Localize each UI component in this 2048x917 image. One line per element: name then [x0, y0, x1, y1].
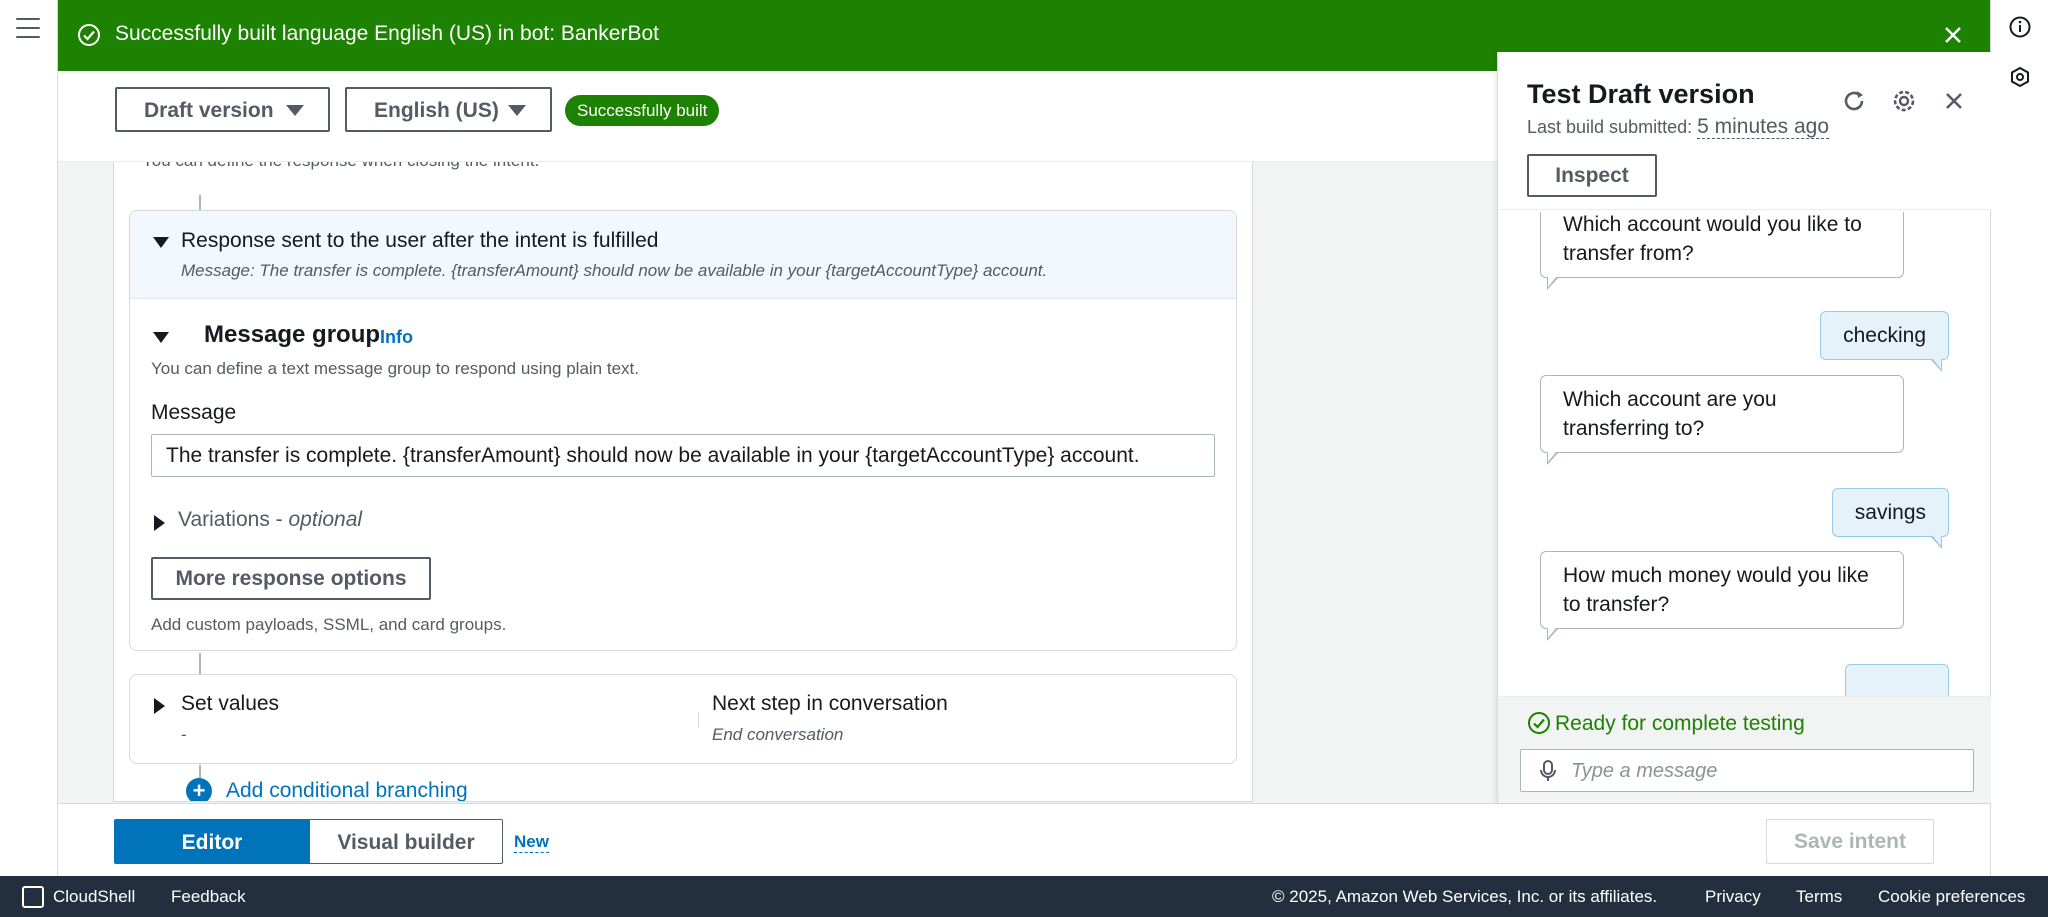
set-values-title[interactable]: Set values [181, 692, 279, 716]
message-field[interactable] [151, 434, 1215, 477]
copyright-text: © 2025, Amazon Web Services, Inc. or its… [1272, 887, 1658, 906]
next-step-title: Next step in conversation [712, 692, 948, 715]
last-build-label: Last build submitted: [1527, 117, 1698, 137]
add-branching-label: Add conditional branching [226, 779, 468, 802]
expand-caret-icon[interactable] [153, 237, 169, 248]
expand-caret-icon[interactable] [154, 515, 165, 531]
cloudshell-link[interactable]: CloudShell [53, 887, 135, 907]
user-message-text: savings [1854, 501, 1926, 524]
intent-editor-card: You can define the response when closing… [113, 162, 1253, 802]
console-footer: CloudShell Feedback © 2025, Amazon Web S… [0, 876, 2048, 917]
bot-message-text: How much money would you like to transfe… [1563, 564, 1869, 616]
response-message-preview: Message: The transfer is complete. {tran… [181, 261, 1048, 280]
bot-message: Which account are you transferring to? [1540, 375, 1904, 465]
variations-label: Variations - [178, 508, 289, 531]
divider [698, 713, 699, 727]
chat-transcript[interactable]: Which account would you like to transfer… [1498, 212, 1991, 726]
bot-message: How much money would you like to transfe… [1540, 551, 1904, 641]
bot-message: Which account would you like to transfer… [1540, 212, 1904, 290]
right-utility-rail [1990, 0, 2048, 876]
flow-connector [199, 765, 201, 778]
settings-icon[interactable] [1890, 87, 1918, 115]
info-icon[interactable] [2009, 16, 2031, 38]
plus-circle-icon: + [186, 778, 212, 801]
close-icon[interactable] [1941, 23, 1965, 47]
test-panel-header: Test Draft version Last build submitted:… [1498, 52, 1991, 210]
tab-editor[interactable]: Editor [114, 819, 310, 864]
cookie-preferences-link[interactable]: Cookie preferences [1878, 887, 2025, 907]
message-group-desc: You can define a text message group to r… [151, 359, 639, 378]
check-circle-icon [1528, 712, 1550, 734]
test-panel-title: Test Draft version [1527, 79, 1755, 109]
info-link[interactable]: Info [380, 327, 413, 348]
fulfilled-response-section: Response sent to the user after the inte… [129, 210, 1237, 651]
feedback-link[interactable]: Feedback [171, 887, 246, 907]
flow-connector [199, 195, 201, 211]
ready-status-text: Ready for complete testing [1555, 712, 1805, 735]
message-label: Message [151, 401, 237, 424]
caret-down-icon [286, 105, 304, 116]
test-bot-panel: Test Draft version Last build submitted:… [1497, 52, 1991, 803]
more-options-desc: Add custom payloads, SSML, and card grou… [151, 615, 507, 634]
test-status-bar: Ready for complete testing Type a messag… [1498, 696, 1991, 803]
flash-message: Successfully built language English (US)… [115, 22, 659, 45]
bubble-tail [1547, 627, 1559, 641]
left-nav-rail [0, 0, 58, 876]
bubble-tail [1930, 358, 1942, 372]
variations-toggle[interactable]: Variations - optional [178, 508, 362, 532]
response-title: Response sent to the user after the inte… [181, 229, 659, 252]
caret-down-icon [508, 105, 526, 116]
terms-link[interactable]: Terms [1796, 887, 1842, 907]
user-message: checking [1820, 311, 1949, 372]
message-group-title: Message group [204, 321, 381, 348]
variations-optional: optional [288, 508, 363, 531]
closing-response-desc: You can define the response when closing… [142, 162, 539, 171]
bot-message-text: Which account are you transferring to? [1563, 388, 1777, 440]
hamburger-menu-icon[interactable] [16, 18, 40, 38]
set-values-value: - [181, 725, 187, 744]
chat-message-input[interactable]: Type a message [1520, 749, 1974, 792]
flow-connector [199, 653, 201, 674]
next-step-value: End conversation [712, 725, 844, 744]
version-dropdown-label: Draft version [144, 99, 274, 122]
inspect-button[interactable]: Inspect [1527, 154, 1657, 197]
check-circle-icon [78, 24, 100, 46]
last-build-info: Last build submitted: 5 minutes ago [1527, 115, 1830, 139]
close-icon[interactable] [1940, 87, 1968, 115]
bubble-tail [1547, 276, 1559, 290]
more-response-options-button[interactable]: More response options [151, 557, 431, 600]
expand-caret-icon[interactable] [153, 332, 169, 343]
message-placeholder: Type a message [1571, 760, 1718, 782]
bot-message-text: Which account would you like to transfer… [1563, 213, 1862, 265]
refresh-icon[interactable] [1840, 87, 1868, 115]
save-intent-button[interactable]: Save intent [1766, 819, 1934, 864]
intent-header-bar: Draft version English (US) Successfully … [58, 71, 1498, 162]
privacy-link[interactable]: Privacy [1705, 887, 1761, 907]
bubble-tail [1930, 535, 1942, 549]
user-message-text: checking [1843, 324, 1926, 347]
expand-caret-icon[interactable] [154, 698, 165, 714]
bottom-action-bar: Editor Visual builder New Save intent [58, 803, 1990, 876]
build-status-badge: Successfully built [565, 95, 720, 126]
cloudshell-icon[interactable] [22, 886, 44, 908]
last-build-time[interactable]: 5 minutes ago [1697, 115, 1830, 139]
user-message: savings [1831, 488, 1949, 549]
new-badge[interactable]: New [514, 832, 549, 853]
microphone-icon[interactable] [1537, 759, 1559, 783]
set-values-section: Set values - Next step in conversation E… [129, 674, 1237, 764]
version-dropdown[interactable]: Draft version [115, 87, 330, 132]
tab-visual-builder[interactable]: Visual builder [309, 819, 503, 864]
language-dropdown-label: English (US) [374, 99, 499, 122]
fulfilled-response-header[interactable]: Response sent to the user after the inte… [130, 211, 1236, 299]
bubble-tail [1547, 451, 1559, 465]
language-dropdown[interactable]: English (US) [345, 87, 552, 132]
tutorial-icon[interactable] [2009, 66, 2031, 88]
